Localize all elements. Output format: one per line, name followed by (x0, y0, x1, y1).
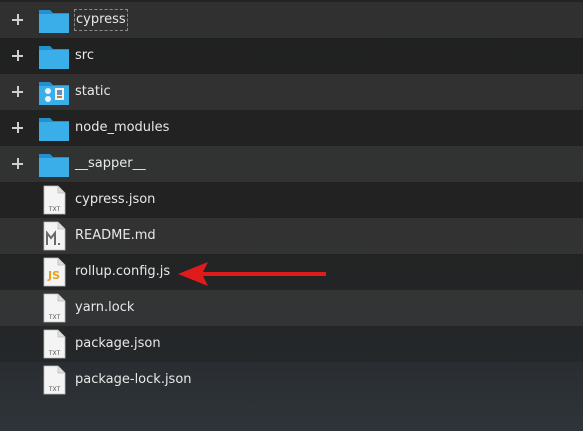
tree-row-label: static (75, 84, 111, 99)
tree-row-label: package-lock.json (75, 372, 192, 387)
tree-row-sapper[interactable]: __sapper__ (0, 146, 583, 182)
tree-row-label: package.json (75, 336, 161, 351)
folder-icon (39, 10, 69, 33)
image-folder-icon (39, 82, 69, 105)
tree-row-label: src (75, 48, 94, 63)
folder-icon (39, 46, 69, 69)
tree-row-label: README.md (75, 228, 156, 243)
tree-row-yarn-lock[interactable]: TXT yarn.lock (0, 290, 583, 326)
tree-row-node-modules[interactable]: node_modules (0, 110, 583, 146)
javascript-file-icon: JS (43, 257, 66, 287)
expand-icon[interactable] (10, 48, 26, 64)
tree-row-cypress-json[interactable]: TXT cypress.json (0, 182, 583, 218)
text-file-icon: TXT (43, 329, 66, 359)
folder-icon (39, 154, 69, 177)
svg-text:TXT: TXT (48, 350, 61, 357)
tree-row-label: node_modules (75, 120, 170, 135)
expand-icon[interactable] (10, 156, 26, 172)
expand-icon[interactable] (10, 12, 26, 28)
svg-text:TXT: TXT (48, 206, 61, 213)
red-arrow-icon (178, 262, 326, 286)
tree-row-static[interactable]: static (0, 74, 583, 110)
expand-icon[interactable] (10, 120, 26, 136)
tree-row-label: yarn.lock (75, 300, 135, 315)
svg-text:TXT: TXT (48, 314, 61, 321)
expand-icon[interactable] (10, 84, 26, 100)
file-tree: cypress src static node_modules __sapper… (0, 2, 583, 398)
text-file-icon: TXT (43, 293, 66, 323)
tree-row-readme[interactable]: README.md (0, 218, 583, 254)
tree-row-src[interactable]: src (0, 38, 583, 74)
tree-row-package-lock-json[interactable]: TXT package-lock.json (0, 362, 583, 398)
tree-row-package-json[interactable]: TXT package.json (0, 326, 583, 362)
tree-row-label: rollup.config.js (75, 264, 171, 279)
text-file-icon: TXT (43, 185, 66, 215)
tree-row-label: cypress (74, 9, 128, 31)
text-file-icon: TXT (43, 365, 66, 395)
svg-text:TXT: TXT (48, 386, 61, 393)
tree-row-label: cypress.json (75, 192, 156, 207)
tree-row-label: __sapper__ (75, 156, 146, 171)
folder-icon (39, 118, 69, 141)
svg-text:JS: JS (47, 269, 60, 282)
markdown-file-icon (43, 221, 66, 251)
tree-row-cypress[interactable]: cypress (0, 2, 583, 38)
